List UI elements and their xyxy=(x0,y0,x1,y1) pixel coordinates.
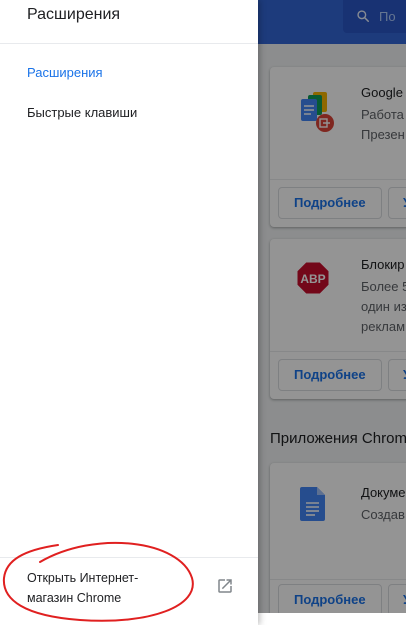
web-store-link-label: Открыть Интернет-магазин Chrome xyxy=(27,571,139,605)
open-in-new-icon xyxy=(218,579,232,593)
navigation-drawer: Расширения Расширения Быстрые клавиши От… xyxy=(0,0,258,625)
bottom-strip xyxy=(258,613,406,625)
drawer-title: Расширения xyxy=(27,6,121,23)
nav-item-extensions[interactable]: Расширения xyxy=(27,65,103,80)
web-store-link[interactable]: Открыть Интернет-магазин Chrome xyxy=(0,557,258,613)
drawer-scrim[interactable] xyxy=(258,0,406,625)
nav-item-shortcuts[interactable]: Быстрые клавиши xyxy=(27,105,137,120)
drawer-header: Расширения xyxy=(0,0,258,44)
